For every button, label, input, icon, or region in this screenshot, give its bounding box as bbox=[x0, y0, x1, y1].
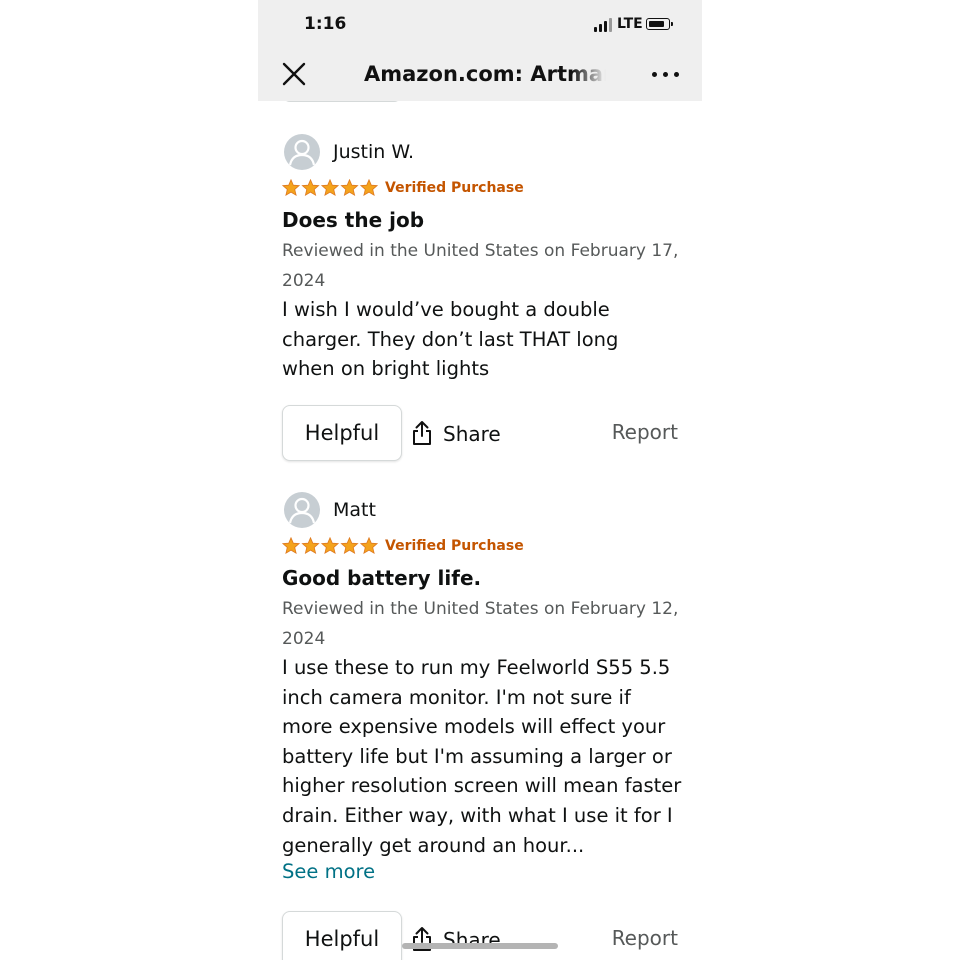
review-date: Reviewed in the United States on Februar… bbox=[282, 599, 679, 649]
battery-icon bbox=[646, 18, 673, 30]
home-indicator bbox=[402, 943, 558, 949]
share-label: Share bbox=[443, 422, 501, 446]
close-icon[interactable] bbox=[280, 60, 308, 88]
share-icon bbox=[413, 421, 431, 445]
more-icon[interactable] bbox=[652, 70, 682, 80]
signal-icon bbox=[594, 18, 614, 32]
verified-purchase-badge: Verified Purchase bbox=[385, 180, 524, 196]
reviewer-name: Matt bbox=[333, 499, 376, 521]
report-link[interactable]: Report bbox=[612, 420, 678, 444]
review-body: I wish I would’ve bought a double charge… bbox=[282, 298, 619, 381]
review-title: Does the job bbox=[282, 208, 425, 232]
reviewer-name: Justin W. bbox=[333, 141, 415, 163]
user-icon bbox=[284, 492, 320, 528]
see-more-link[interactable]: See more bbox=[282, 860, 375, 883]
verified-purchase-badge: Verified Purchase bbox=[385, 538, 524, 554]
helpful-button[interactable]: Helpful bbox=[282, 405, 402, 461]
review-date: Reviewed in the United States on Februar… bbox=[282, 241, 679, 291]
share-label: Share bbox=[443, 928, 501, 952]
review-body: I use these to run my Feelworld S55 5.5 … bbox=[282, 656, 682, 857]
browser-top-bar: 1:16 LTE Amazon.com: Artman bbox=[258, 0, 702, 101]
network-label: LTE bbox=[617, 16, 643, 32]
review-title: Good battery life. bbox=[282, 566, 482, 590]
user-icon bbox=[284, 134, 320, 170]
star-rating bbox=[282, 179, 378, 197]
helpful-button[interactable]: Helpful bbox=[282, 911, 402, 960]
star-rating bbox=[282, 537, 378, 555]
phone-screen: 1:16 LTE Amazon.com: Artman Justin W. Ve… bbox=[258, 0, 702, 960]
status-time: 1:16 bbox=[304, 14, 347, 34]
report-link[interactable]: Report bbox=[612, 926, 678, 950]
page-title: Amazon.com: Artman bbox=[364, 60, 606, 88]
